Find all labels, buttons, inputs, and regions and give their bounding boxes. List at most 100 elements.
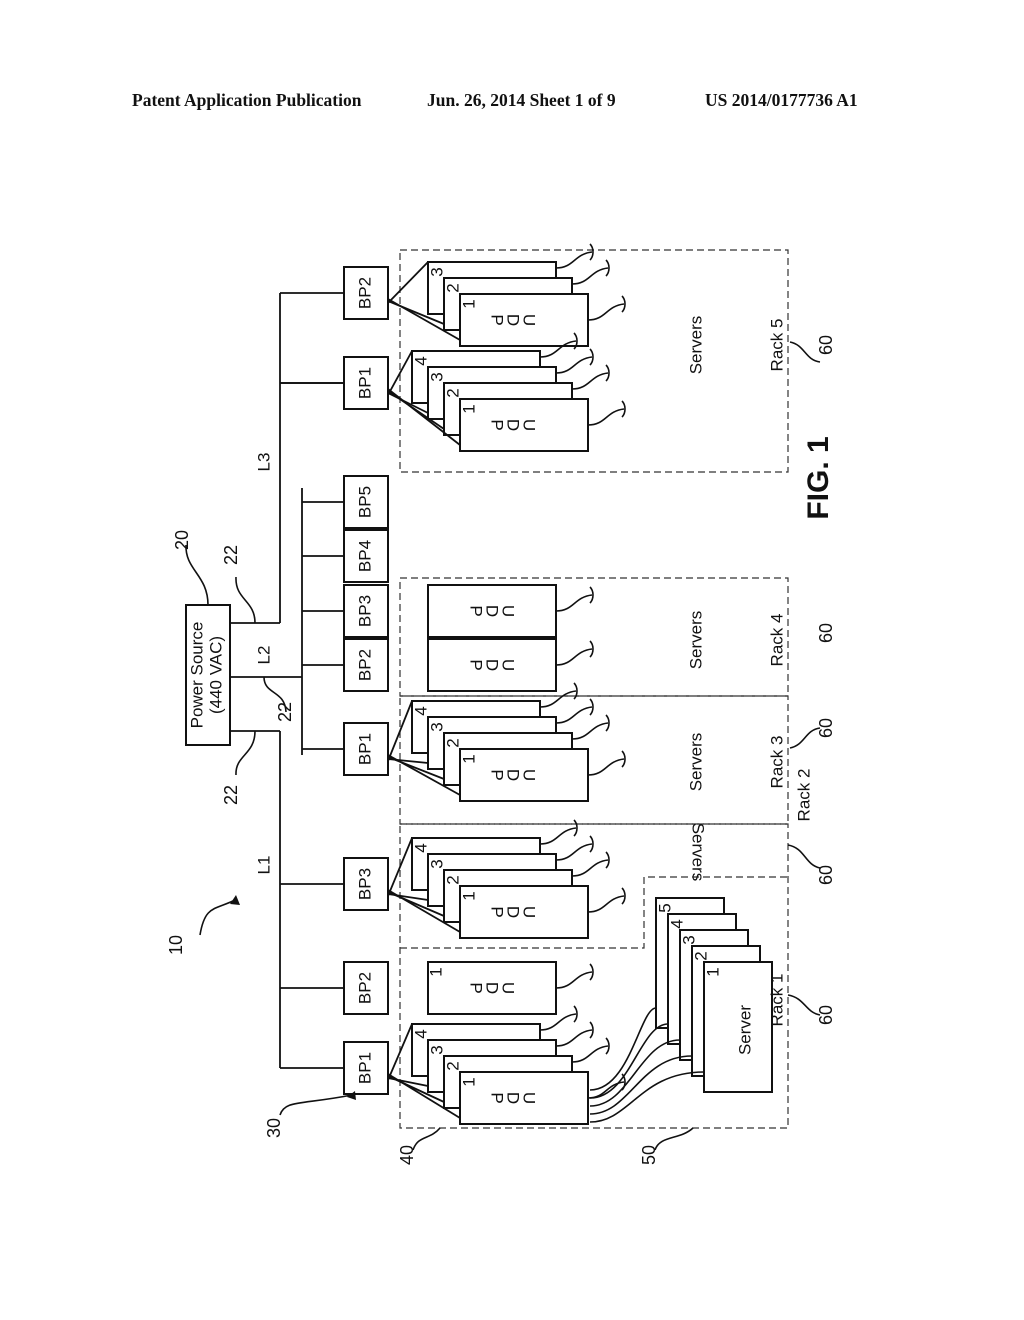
- rack-2-bp3-label: BP3: [355, 868, 374, 900]
- rack-1-pdu-number-1: 1: [459, 1077, 478, 1086]
- rack-4-servers-label: Servers: [686, 611, 705, 670]
- rack-4-bp3-label: BP3: [355, 595, 374, 627]
- rack-5-bp1-pdu-number-1: 1: [459, 404, 478, 413]
- rack-1-label: Rack 1: [767, 974, 786, 1027]
- power-source-voltage: (440 VAC): [206, 636, 225, 714]
- pdu-letter: U: [499, 605, 518, 617]
- rack-5-label: Rack 5: [767, 319, 786, 372]
- rack-1-pdu-cord: [555, 1021, 594, 1047]
- rack-2-pdu-letter: U: [520, 906, 539, 918]
- leader-line: [412, 1127, 441, 1151]
- rack-5-bp2-pdu-cord: [555, 243, 594, 269]
- rack-3-pdu-letter: U: [520, 769, 539, 781]
- pdu-letter: U: [499, 659, 518, 671]
- leader-line: [279, 1094, 353, 1116]
- rack-5-bp1-label: BP1: [355, 367, 374, 399]
- ref-22-a: 22: [221, 545, 241, 565]
- rack-1-server-number-5: 5: [655, 903, 674, 912]
- figure-diagram: Power Source (440 VAC)20L3L2L1222222BP2BP…: [166, 243, 836, 1165]
- rack-3-pdu-cord: [571, 714, 610, 740]
- pdu-number: 1: [426, 967, 445, 976]
- rack-3-bp1-label: BP1: [355, 733, 374, 765]
- arrow-head: [230, 895, 240, 905]
- rack-3-pdu-number-2: 2: [443, 738, 462, 747]
- rack-1-server-number-1: 1: [703, 967, 722, 976]
- rack-1-bp1-label: BP1: [355, 1052, 374, 1084]
- rack-2-pdu-number-4: 4: [411, 843, 430, 852]
- rack-5-ref-60: 60: [816, 335, 836, 355]
- rack-1-server-label: Server: [735, 1005, 754, 1055]
- label-L3: L3: [254, 453, 273, 472]
- rack-5-bp1-pdu-letter: U: [520, 419, 539, 431]
- rack-3-servers-label: Servers: [686, 733, 705, 792]
- rack-4-bp2-label: BP2: [355, 649, 374, 681]
- rack-5-servers-label: Servers: [686, 316, 705, 375]
- rack-5-bp2-pdu-number-2: 2: [443, 283, 462, 292]
- ref-10: 10: [166, 935, 186, 955]
- rack-2-label: Rack 2: [794, 769, 813, 822]
- rack-5-bp2-pdu-number-1: 1: [459, 299, 478, 308]
- rack-2-ref-60: 60: [816, 865, 836, 885]
- rack-2-pdu-number-1: 1: [459, 891, 478, 900]
- rack-5-bp1-pdu-number-2: 2: [443, 388, 462, 397]
- rack-5-bp2-pdu-cord: [571, 259, 610, 285]
- rack-2-servers-label: Servers: [689, 823, 708, 882]
- rack-2-pdu-cord: [587, 887, 626, 913]
- rack-3-pdu-number-3: 3: [427, 722, 446, 731]
- leader-line: [787, 844, 821, 869]
- ref-22-c: 22: [221, 785, 241, 805]
- pdu-output-cord: [555, 640, 594, 666]
- ref-40: 40: [397, 1145, 417, 1165]
- rack-1-server-number-4: 4: [667, 919, 686, 928]
- rack-5-bp1-pdu-number-4: 4: [411, 356, 430, 365]
- rack-5-bp1-pdu-cord: [555, 348, 594, 374]
- rack-2-pdu-cord: [571, 851, 610, 877]
- leader-line: [199, 899, 236, 936]
- figure-label: FIG. 1: [802, 436, 835, 519]
- rack-1-pdu-number-4: 4: [411, 1029, 430, 1038]
- pdu-output-cord: [555, 963, 594, 989]
- server-power-cord: [589, 1071, 705, 1123]
- rack-3-pdu-cord: [587, 750, 626, 776]
- bp5-label: BP5: [355, 486, 374, 518]
- label-L1: L1: [254, 856, 273, 875]
- rack-5-bp1-pdu-number-3: 3: [427, 372, 446, 381]
- rack-1-ref-60: 60: [816, 1005, 836, 1025]
- rack-1-bp2-label: BP2: [355, 972, 374, 1004]
- ref-20: 20: [172, 530, 192, 550]
- rack-5-bp2-label: BP2: [355, 277, 374, 309]
- rack-2-pdu-number-3: 3: [427, 859, 446, 868]
- rack-3-ref-60: 60: [816, 718, 836, 738]
- label-L2: L2: [254, 646, 273, 665]
- rack-5-bp1-pdu-cord: [587, 400, 626, 426]
- rack-2-pdu-number-2: 2: [443, 875, 462, 884]
- rack-1-pdu-cord: [571, 1037, 610, 1063]
- rack-1-pdu-letter: U: [520, 1092, 539, 1104]
- rack-2-pdu-cord: [555, 835, 594, 861]
- rack-5-bp2-pdu-number-3: 3: [427, 267, 446, 276]
- rack-3-pdu-number-1: 1: [459, 754, 478, 763]
- ref-30: 30: [264, 1118, 284, 1138]
- rack-5-bp1-pdu-cord: [571, 364, 610, 390]
- rack-1-server-number-3: 3: [679, 935, 698, 944]
- pdu-output-cord: [555, 586, 594, 612]
- bp4-label: BP4: [355, 540, 374, 572]
- rack-1-pdu-number-3: 3: [427, 1045, 446, 1054]
- rack-5-bp2-bp-feed: [387, 261, 429, 304]
- leader-line: [235, 576, 256, 624]
- leader-line: [185, 544, 209, 606]
- server-power-cord: [589, 1039, 681, 1107]
- leader-line: [235, 730, 256, 776]
- rack-5-bp2-pdu-letter: U: [520, 314, 539, 326]
- rack-5-bp2-pdu-cord: [587, 295, 626, 321]
- ref-22-b: 22: [275, 702, 295, 722]
- rack-3-pdu-cord: [555, 698, 594, 724]
- rack-1-pdu-cord: [587, 1073, 626, 1099]
- rack-4-ref-60: 60: [816, 623, 836, 643]
- ref-50: 50: [639, 1145, 659, 1165]
- leader-line: [654, 1127, 694, 1151]
- pdu-letter: U: [499, 982, 518, 994]
- power-source-label: Power Source: [187, 622, 206, 729]
- rack-3-label: Rack 3: [767, 736, 786, 789]
- rack-3-pdu-number-4: 4: [411, 706, 430, 715]
